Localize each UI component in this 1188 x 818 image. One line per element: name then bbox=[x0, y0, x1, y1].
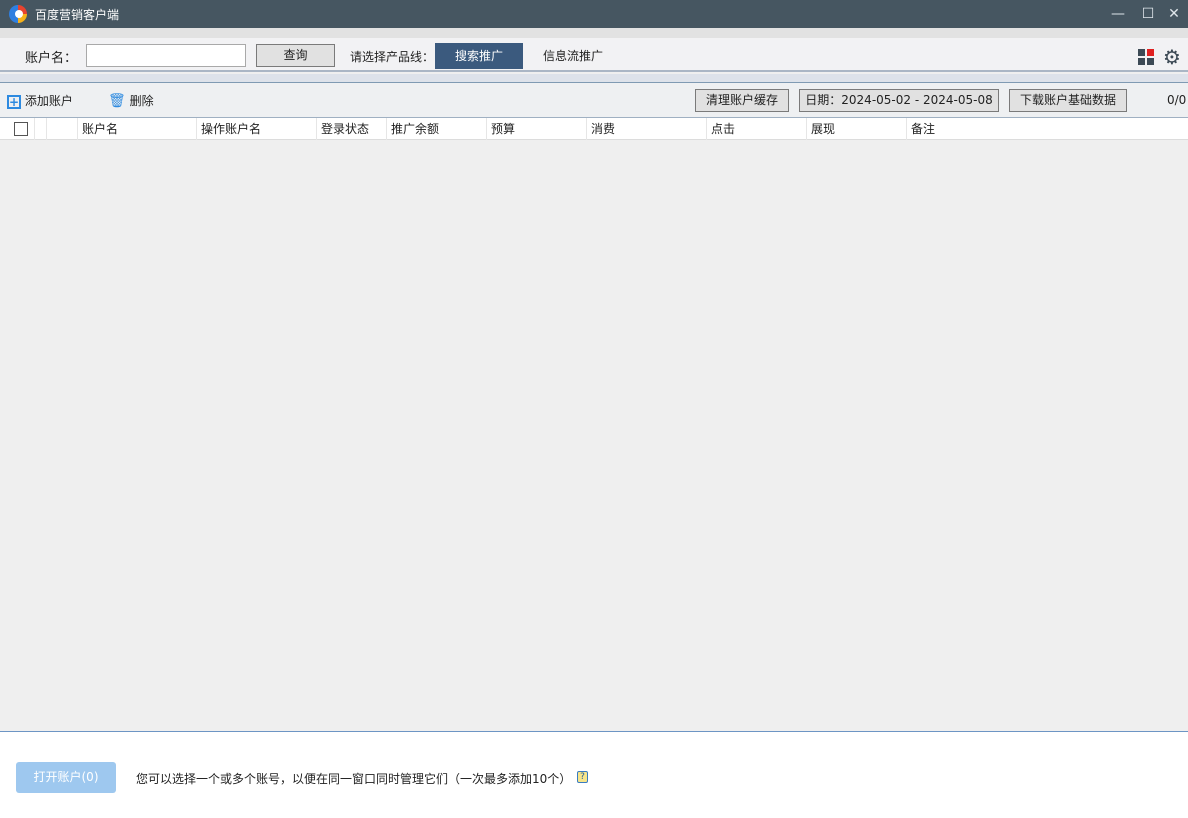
delete-button[interactable]: 🗑 删除 bbox=[108, 92, 154, 109]
window-title: 百度营销客户端 bbox=[35, 6, 119, 23]
title-bar: 百度营销客户端 — ☐ ✕ bbox=[0, 0, 1188, 28]
close-button[interactable]: ✕ bbox=[1163, 4, 1185, 24]
action-bar: + 添加账户 🗑 删除 清理账户缓存 日期：2024-05-02 - 2024-… bbox=[0, 83, 1188, 118]
plus-box-icon: + bbox=[7, 95, 21, 109]
divider-strip bbox=[0, 74, 1188, 83]
col-impressions[interactable]: 展现 bbox=[806, 118, 906, 140]
footer: 打开账户(0) 您可以选择一个或多个账号，以便在同一窗口同时管理它们（一次最多添… bbox=[0, 731, 1188, 818]
col-account-name[interactable]: 账户名 bbox=[77, 118, 196, 140]
add-account-button[interactable]: + 添加账户 bbox=[7, 92, 73, 109]
query-button[interactable]: 查询 bbox=[256, 44, 335, 67]
add-account-label: 添加账户 bbox=[25, 94, 73, 108]
table-body bbox=[0, 141, 1188, 731]
search-toolbar: 账户名： 查询 请选择产品线： 搜索推广 信息流推广 ⚙ bbox=[0, 38, 1188, 72]
col-budget[interactable]: 预算 bbox=[486, 118, 586, 140]
download-data-button[interactable]: 下载账户基础数据 bbox=[1009, 89, 1127, 112]
clear-cache-button[interactable]: 清理账户缓存 bbox=[695, 89, 789, 112]
col-balance[interactable]: 推广余额 bbox=[386, 118, 486, 140]
app-logo-icon bbox=[9, 5, 27, 23]
open-account-button[interactable]: 打开账户(0) bbox=[16, 762, 116, 793]
col-status-icon bbox=[46, 118, 77, 140]
tab-search-promotion[interactable]: 搜索推广 bbox=[435, 43, 523, 69]
maximize-button[interactable]: ☐ bbox=[1137, 4, 1159, 24]
trash-icon: 🗑 bbox=[108, 93, 126, 109]
product-line-label: 请选择产品线： bbox=[350, 48, 434, 65]
footer-hint: 您可以选择一个或多个账号，以便在同一窗口同时管理它们（一次最多添加10个） bbox=[136, 770, 571, 787]
help-icon[interactable]: ? bbox=[577, 771, 588, 783]
account-label: 账户名： bbox=[25, 47, 77, 66]
col-spacer bbox=[34, 118, 46, 140]
col-notes[interactable]: 备注 bbox=[906, 118, 1188, 140]
selection-count: 0/0 bbox=[1167, 93, 1186, 107]
apps-grid-icon[interactable] bbox=[1138, 49, 1155, 66]
select-all-checkbox[interactable] bbox=[14, 122, 28, 136]
col-operator-account[interactable]: 操作账户名 bbox=[196, 118, 316, 140]
col-spend[interactable]: 消费 bbox=[586, 118, 706, 140]
account-name-input[interactable] bbox=[86, 44, 246, 67]
tab-feed-promotion[interactable]: 信息流推广 bbox=[530, 43, 616, 69]
minimize-button[interactable]: — bbox=[1107, 4, 1129, 24]
col-login-status[interactable]: 登录状态 bbox=[316, 118, 386, 140]
table-header: 账户名 操作账户名 登录状态 推广余额 预算 消费 点击 展现 备注 bbox=[0, 118, 1188, 140]
col-clicks[interactable]: 点击 bbox=[706, 118, 806, 140]
date-range-button[interactable]: 日期：2024-05-02 - 2024-05-08 bbox=[799, 89, 999, 112]
settings-gear-icon[interactable]: ⚙ bbox=[1163, 45, 1181, 69]
top-strip bbox=[0, 28, 1188, 38]
delete-label: 删除 bbox=[130, 94, 154, 108]
